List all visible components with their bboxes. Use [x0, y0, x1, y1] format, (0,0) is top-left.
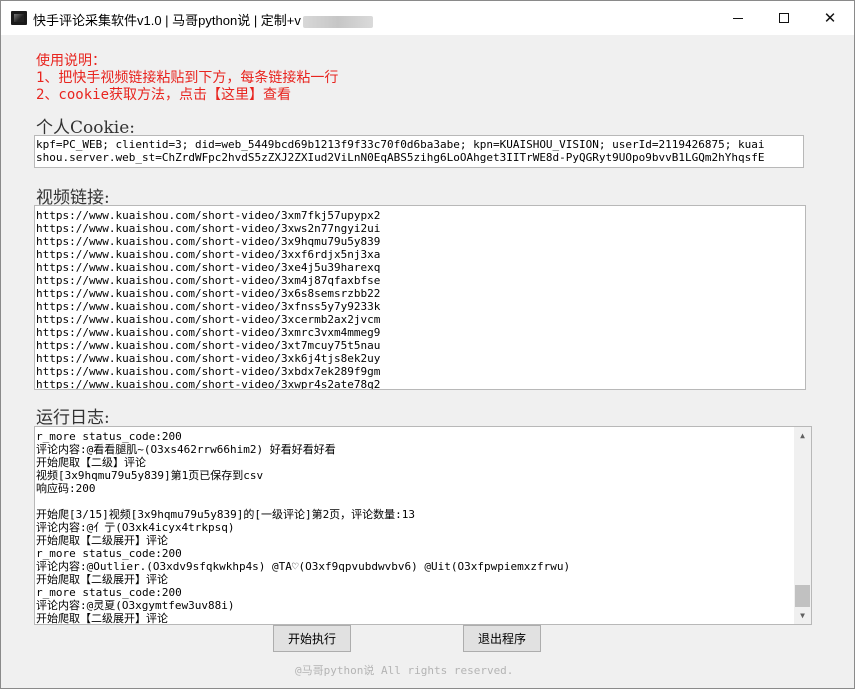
- link-line: https://www.kuaishou.com/short-video/3xe…: [36, 261, 381, 274]
- exit-button[interactable]: 退出程序: [463, 625, 541, 652]
- log-line: 开始爬取【二级展开】评论: [36, 534, 168, 547]
- window-title: 快手评论采集软件v1.0 | 马哥python说 | 定制+v: [33, 10, 373, 29]
- log-line: 开始爬[3/15]视频[3x9hqmu79u5y839]的[一级评论]第2页，评…: [36, 508, 416, 521]
- instructions-step-1: 1、把快手视频链接粘贴到下方，每条链接粘一行: [36, 70, 339, 86]
- close-button[interactable]: ✕: [807, 1, 853, 35]
- log-line: 评论内容:@看看腿肌~(O3xs462rrw66him2) 好看好看好看: [36, 443, 336, 456]
- link-line: https://www.kuaishou.com/short-video/3xt…: [36, 339, 381, 352]
- minimize-button[interactable]: [715, 1, 761, 35]
- link-line: https://www.kuaishou.com/short-video/3xw…: [36, 378, 381, 390]
- window-title-text: 快手评论采集软件v1.0 | 马哥python说 | 定制+v: [33, 13, 301, 28]
- start-button[interactable]: 开始执行: [273, 625, 351, 652]
- log-line: 视频[3x9hqmu79u5y839]第1页已保存到csv: [36, 469, 264, 482]
- cookie-input[interactable]: kpf=PC_WEB; clientid=3; did=web_5449bcd6…: [34, 135, 804, 168]
- log-line: 开始爬取【二级】评论: [36, 456, 146, 469]
- log-line: 评论内容:@亻亍(O3xk4icyx4trkpsq): [36, 521, 235, 534]
- link-line: https://www.kuaishou.com/short-video/3xf…: [36, 300, 381, 313]
- instructions-step-2[interactable]: 2、cookie获取方法，点击【这里】查看: [36, 87, 338, 104]
- log-line: 开始爬取【二级展开】评论: [36, 573, 168, 586]
- log-line: 评论内容:@灵夏(O3xgymtfew3uv88i): [36, 599, 235, 612]
- minimize-icon: [733, 17, 743, 19]
- close-icon: ✕: [823, 9, 837, 27]
- app-logo-icon: [11, 11, 27, 25]
- cookie-value-line-2: shou.server.web_st=ChZrdWFpc2hvdS5zZXJ2Z…: [36, 151, 765, 164]
- link-line: https://www.kuaishou.com/short-video/3xx…: [36, 248, 381, 261]
- log-line: r_more status_code:200: [36, 547, 182, 560]
- link-line: https://www.kuaishou.com/short-video/3xb…: [36, 365, 381, 378]
- log-label: 运行日志:: [36, 408, 110, 428]
- link-line: https://www.kuaishou.com/short-video/3xc…: [36, 313, 381, 326]
- link-line: https://www.kuaishou.com/short-video/3xw…: [36, 222, 381, 235]
- scrollbar-thumb[interactable]: [795, 585, 810, 607]
- link-line: https://www.kuaishou.com/short-video/3x6…: [36, 287, 381, 300]
- log-lines: r_more status_code:200 评论内容:@看看腿肌~(O3xs4…: [36, 430, 791, 625]
- link-line: https://www.kuaishou.com/short-video/3xm…: [36, 326, 381, 339]
- maximize-icon: [779, 13, 789, 23]
- scroll-up-arrow-icon[interactable]: ▲: [794, 427, 811, 444]
- log-scrollbar[interactable]: ▲ ▼: [794, 427, 811, 624]
- run-log-textarea[interactable]: r_more status_code:200 评论内容:@看看腿肌~(O3xs4…: [34, 426, 812, 625]
- log-line: r_more status_code:200: [36, 430, 182, 443]
- video-links-textarea[interactable]: https://www.kuaishou.com/short-video/3xm…: [34, 205, 806, 390]
- redacted-contact: [302, 15, 373, 28]
- cookie-value-line-1: kpf=PC_WEB; clientid=3; did=web_5449bcd6…: [36, 138, 765, 151]
- app-window: 快手评论采集软件v1.0 | 马哥python说 | 定制+v ✕ 使用说明： …: [0, 0, 855, 689]
- usage-instructions: 使用说明： 1、把快手视频链接粘贴到下方，每条链接粘一行 2、cookie获取方…: [36, 53, 338, 104]
- link-line: https://www.kuaishou.com/short-video/3xm…: [36, 209, 381, 222]
- log-line: 开始爬取【二级展开】评论: [36, 612, 168, 625]
- title-bar: 快手评论采集软件v1.0 | 马哥python说 | 定制+v ✕: [1, 1, 854, 35]
- link-line: https://www.kuaishou.com/short-video/3xm…: [36, 274, 381, 287]
- maximize-button[interactable]: [761, 1, 807, 35]
- log-line: 响应码:200: [36, 482, 96, 495]
- scroll-down-arrow-icon[interactable]: ▼: [794, 607, 811, 624]
- link-line: https://www.kuaishou.com/short-video/3x9…: [36, 235, 381, 248]
- log-line: r_more status_code:200: [36, 586, 182, 599]
- link-line: https://www.kuaishou.com/short-video/3xk…: [36, 352, 381, 365]
- copyright-footer: @马哥python说 All rights reserved.: [295, 664, 514, 677]
- instructions-heading: 使用说明：: [36, 53, 106, 69]
- log-line: 评论内容:@Outlier.(O3xdv9sfqkwkhp4s) @TA♡(O3…: [36, 560, 571, 573]
